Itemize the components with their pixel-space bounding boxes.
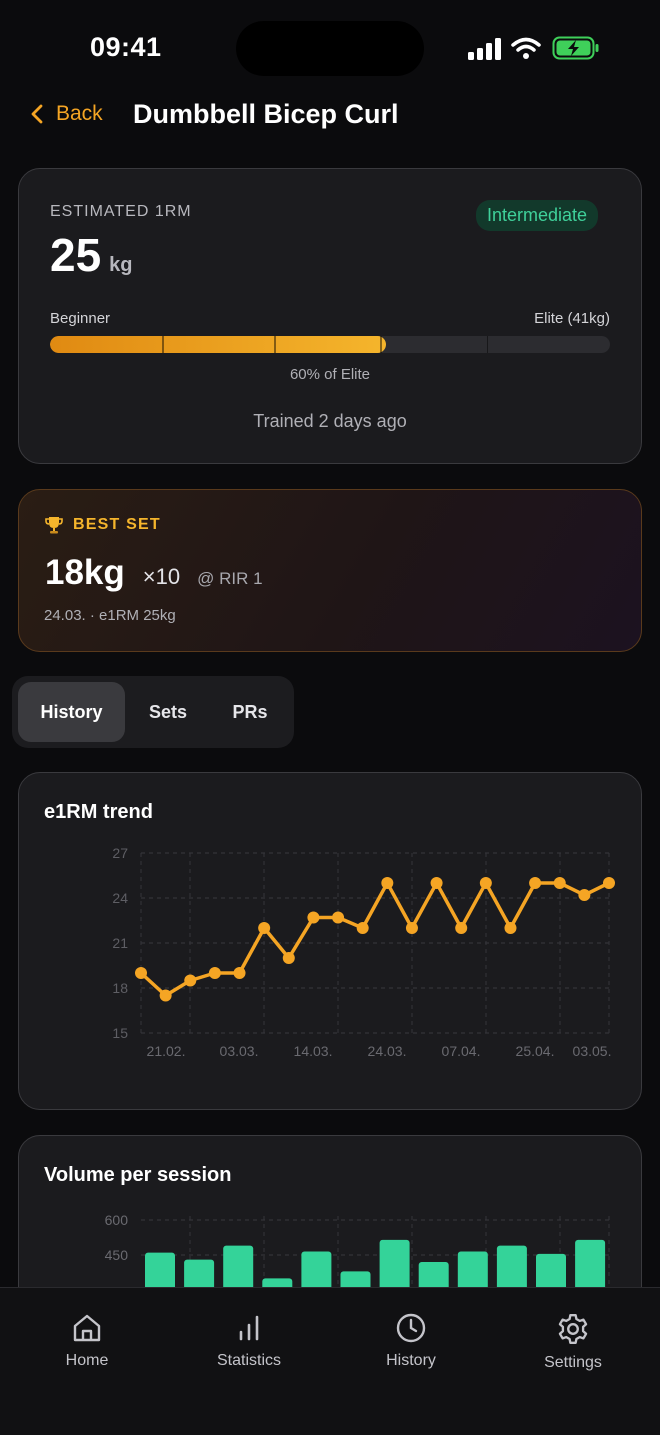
nav-settings[interactable]: Settings [513,1312,633,1372]
nav-statistics-label: Statistics [216,1352,281,1369]
volume-bar [575,1239,606,1287]
volume-bar [262,1278,293,1287]
volume-bar [379,1239,410,1287]
y-tick-label: 450 [105,1247,129,1263]
nav-settings-label: Settings [544,1354,602,1371]
nav-home[interactable]: Home [27,1312,147,1370]
volume-bar [301,1251,332,1287]
volume-bar [457,1251,488,1287]
volume-bar [496,1245,527,1287]
y-tick-label: 600 [105,1212,129,1228]
volume-bar [184,1259,215,1287]
volume-bar [536,1253,566,1287]
nav-history[interactable]: History [351,1312,471,1370]
volume-bar [418,1262,449,1287]
bar-chart-icon [239,1315,259,1341]
nav-statistics[interactable]: Statistics [189,1312,309,1370]
bottom-nav: Home Statistics History Settings [0,1287,660,1435]
volume-bar [340,1271,371,1287]
nav-history-label: History [386,1352,436,1369]
volume-bar [145,1252,175,1287]
nav-home-label: Home [65,1352,109,1369]
volume-bar-chart: 600 450 [105,1212,610,1287]
home-icon [73,1314,101,1342]
volume-bar [223,1245,254,1287]
clock-icon [396,1313,426,1343]
gear-icon [558,1314,588,1344]
